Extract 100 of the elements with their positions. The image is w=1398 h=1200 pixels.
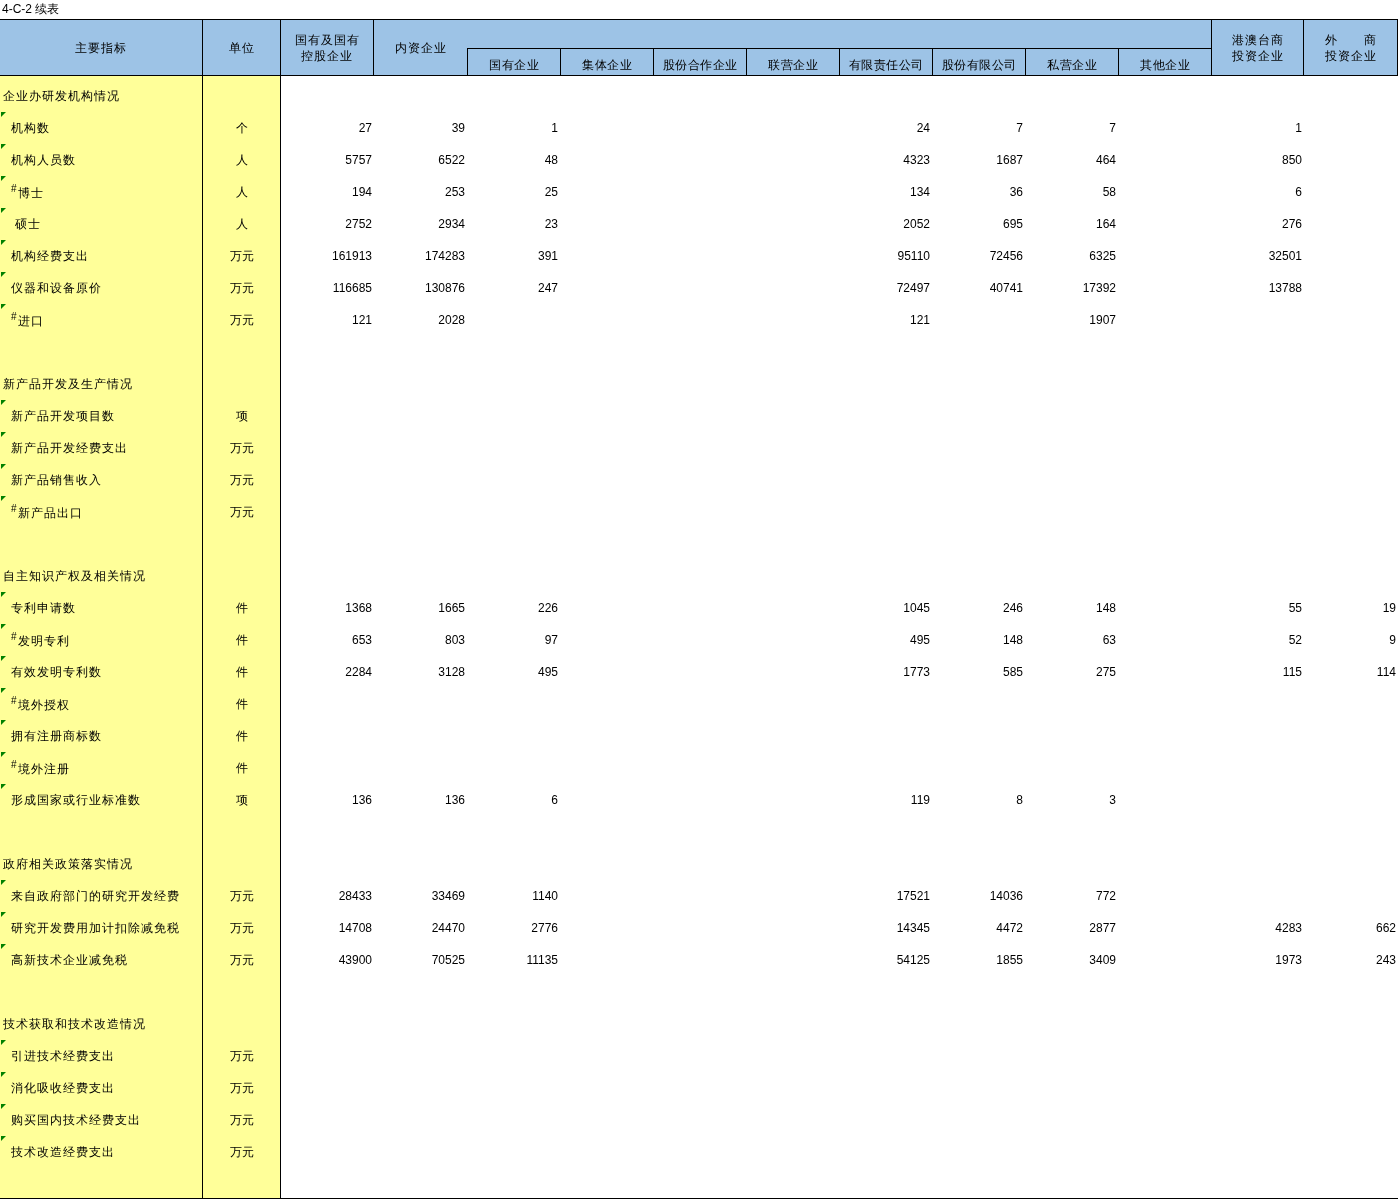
row-label: 技术改造经费支出 <box>10 1143 115 1161</box>
table-cell-text: 2028 <box>437 312 466 329</box>
unit-label: 件 <box>235 727 248 745</box>
row-label: 拥有注册商标数 <box>10 727 102 745</box>
row-label: 消化吸收经费支出 <box>10 1079 115 1097</box>
table-cell-text: 1773 <box>902 664 931 681</box>
table-cell-text: 32501 <box>1267 248 1303 265</box>
row-label: 形成国家或行业标准数 <box>10 791 141 809</box>
table-cell-text: 27 <box>357 120 373 137</box>
row-label: 机构经费支出 <box>10 247 89 265</box>
table-cell-text: 121 <box>908 312 931 329</box>
table-cell-text: 121 <box>350 312 373 329</box>
table-cell-text: 653 <box>350 632 373 649</box>
column-header: 内资企业 <box>393 40 448 57</box>
row-label: 新产品开发经费支出 <box>10 439 128 457</box>
table-cell-text: 7 <box>1015 120 1024 137</box>
table-cell-text: 2934 <box>437 216 466 233</box>
table-cell-text: 275 <box>1094 664 1117 681</box>
table-cell-text: 695 <box>1001 216 1024 233</box>
table-cell-text: 52 <box>1287 632 1303 649</box>
unit-label: 万元 <box>229 1079 254 1097</box>
table-cell-text: 194 <box>350 184 373 201</box>
row-label: 研究开发费用加计扣除减免税 <box>10 919 180 937</box>
row-label: 新产品销售收入 <box>10 471 102 489</box>
unit-label: 件 <box>235 631 248 649</box>
table-cell-text: 14345 <box>895 920 931 937</box>
table-cell-text: 23 <box>543 216 559 233</box>
table-cell-text: 19 <box>1381 600 1397 617</box>
table-cell-text: 63 <box>1101 632 1117 649</box>
unit-label: 万元 <box>229 887 254 905</box>
table-cell-text: 40741 <box>988 280 1024 297</box>
table-cell-text: 585 <box>1001 664 1024 681</box>
row-label: 仪器和设备原价 <box>10 279 102 297</box>
row-label: $^{#}$博士 <box>10 182 44 202</box>
row-label: $^{#}$境外注册 <box>10 758 70 778</box>
unit-label: 万元 <box>229 1111 254 1129</box>
section-heading: 自主知识产权及相关情况 <box>2 567 146 585</box>
table-cell-text: 2752 <box>344 216 373 233</box>
table-cell-text: 2776 <box>530 920 559 937</box>
section-heading: 企业办研发机构情况 <box>2 87 120 105</box>
row-label: $^{#}$进口 <box>10 310 44 330</box>
row-label: 高新技术企业减免税 <box>10 951 128 969</box>
table-cell-text: 253 <box>443 184 466 201</box>
row-label: $^{#}$发明专利 <box>10 630 70 650</box>
table-cell-text: 116685 <box>331 280 373 297</box>
table-cell-text: 1368 <box>344 600 373 617</box>
table-cell-text: 58 <box>1101 184 1117 201</box>
table-cell-text: 772 <box>1094 888 1117 905</box>
table-cell-text: 54125 <box>895 952 931 969</box>
table-cell-text: 9 <box>1388 632 1397 649</box>
table-cell-text: 6522 <box>437 152 466 169</box>
table-cell-text: 1045 <box>902 600 931 617</box>
table-cell-text: 6 <box>550 792 559 809</box>
table-cell-text: 1 <box>550 120 559 137</box>
table-cell-text: 14036 <box>988 888 1024 905</box>
table-cell-text: 33469 <box>430 888 466 905</box>
unit-label: 件 <box>235 599 248 617</box>
table-cell-text: 72497 <box>895 280 931 297</box>
table-cell-text: 391 <box>536 248 559 265</box>
table-cell-text: 226 <box>536 600 559 617</box>
unit-label: 万元 <box>229 1047 254 1065</box>
table-cell-text: 243 <box>1374 952 1397 969</box>
unit-label: 万元 <box>229 503 254 521</box>
sheet-title: 4-C-2 续表 <box>1 1 61 18</box>
table-cell-text: 1973 <box>1274 952 1303 969</box>
table-cell-text: 5757 <box>344 152 373 169</box>
row-label: 购买国内技术经费支出 <box>10 1111 141 1129</box>
unit-label: 万元 <box>229 919 254 937</box>
row-label: $^{#}$新产品出口 <box>10 502 83 522</box>
unit-label: 项 <box>235 407 248 425</box>
table-cell-text: 1907 <box>1088 312 1117 329</box>
unit-label: 万元 <box>229 951 254 969</box>
table-cell-text: 13788 <box>1267 280 1303 297</box>
unit-label: 个 <box>235 119 248 137</box>
table-cell-text: 3 <box>1108 792 1117 809</box>
table-cell-text: 136 <box>443 792 466 809</box>
row-label: 机构人员数 <box>10 151 76 169</box>
row-label: 新产品开发项目数 <box>10 407 115 425</box>
section-heading: 新产品开发及生产情况 <box>2 375 133 393</box>
unit-label: 件 <box>235 663 248 681</box>
table-cell-text: 495 <box>536 664 559 681</box>
table-cell-text: 247 <box>536 280 559 297</box>
table-cell-text: 4283 <box>1274 920 1303 937</box>
table-cell-text: 1 <box>1294 120 1303 137</box>
unit-label: 人 <box>235 215 248 233</box>
table-cell-text: 28433 <box>337 888 373 905</box>
table-cell-text: 115 <box>1281 664 1303 681</box>
row-label: 引进技术经费支出 <box>10 1047 115 1065</box>
table-cell-text: 8 <box>1015 792 1024 809</box>
table-cell-text: 4472 <box>995 920 1024 937</box>
table-cell-text: 17521 <box>895 888 931 905</box>
row-label: 来自政府部门的研究开发经费 <box>10 887 180 905</box>
row-label: 机构数 <box>10 119 50 137</box>
table-cell-text: 97 <box>543 632 559 649</box>
unit-label: 万元 <box>229 439 254 457</box>
table-cell-text: 70525 <box>430 952 466 969</box>
table-cell-text: 1665 <box>437 600 466 617</box>
table-cell-text: 25 <box>543 184 559 201</box>
table-cell-text: 48 <box>543 152 559 169</box>
table-cell-text: 148 <box>1094 600 1117 617</box>
